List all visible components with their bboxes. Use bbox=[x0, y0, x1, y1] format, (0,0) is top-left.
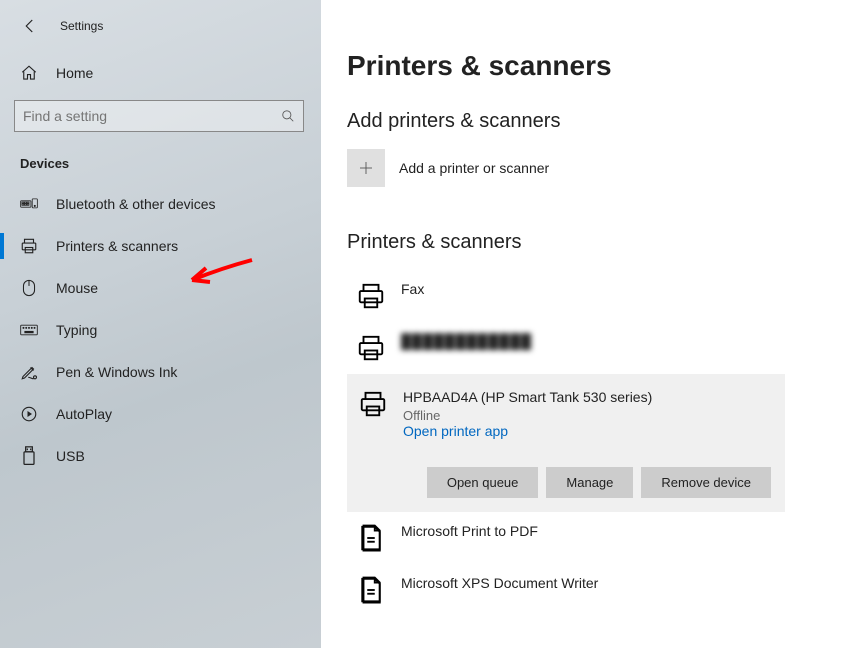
sidebar: Settings Home Devices Bluetooth & other … bbox=[0, 0, 321, 648]
usb-icon bbox=[20, 447, 38, 465]
sidebar-item-bluetooth[interactable]: Bluetooth & other devices bbox=[0, 183, 321, 225]
sidebar-item-label: Mouse bbox=[56, 280, 98, 296]
sidebar-section-header: Devices bbox=[0, 150, 321, 183]
printer-name: Fax bbox=[401, 280, 424, 300]
sidebar-item-label: Bluetooth & other devices bbox=[56, 196, 216, 212]
page-title: Printers & scanners bbox=[347, 50, 867, 82]
printer-item-pdf[interactable]: Microsoft Print to PDF bbox=[347, 512, 785, 564]
sidebar-item-pen[interactable]: Pen & Windows Ink bbox=[0, 351, 321, 393]
main-content: Printers & scanners Add printers & scann… bbox=[321, 0, 867, 648]
sidebar-item-label: Typing bbox=[56, 322, 97, 338]
sidebar-item-autoplay[interactable]: AutoPlay bbox=[0, 393, 321, 435]
manage-button[interactable]: Manage bbox=[546, 467, 633, 498]
printer-item-hp-selected[interactable]: HPBAAD4A (HP Smart Tank 530 series) Offl… bbox=[347, 374, 785, 512]
printer-name: HPBAAD4A (HP Smart Tank 530 series) bbox=[403, 388, 652, 408]
sidebar-item-usb[interactable]: USB bbox=[0, 435, 321, 477]
search-box[interactable] bbox=[14, 100, 304, 132]
printer-name: ████████████ bbox=[401, 332, 532, 352]
sidebar-item-typing[interactable]: Typing bbox=[0, 309, 321, 351]
search-input[interactable] bbox=[23, 108, 263, 124]
printer-item-fax[interactable]: Fax bbox=[347, 270, 785, 322]
bluetooth-icon bbox=[20, 195, 38, 213]
pen-icon bbox=[20, 363, 38, 381]
document-printer-icon bbox=[355, 522, 387, 554]
arrow-left-icon bbox=[21, 17, 39, 35]
mouse-icon bbox=[20, 279, 38, 297]
keyboard-icon bbox=[20, 321, 38, 339]
sidebar-item-label: USB bbox=[56, 448, 85, 464]
app-title: Settings bbox=[60, 19, 103, 33]
sidebar-item-printers[interactable]: Printers & scanners bbox=[0, 225, 321, 267]
printer-icon bbox=[355, 332, 387, 364]
sidebar-item-label: AutoPlay bbox=[56, 406, 112, 422]
open-queue-button[interactable]: Open queue bbox=[427, 467, 539, 498]
home-label: Home bbox=[56, 65, 93, 81]
add-printer-label: Add a printer or scanner bbox=[399, 160, 549, 176]
remove-device-button[interactable]: Remove device bbox=[641, 467, 771, 498]
printer-icon bbox=[355, 280, 387, 312]
document-printer-icon bbox=[355, 574, 387, 606]
back-button[interactable] bbox=[20, 16, 40, 36]
printer-icon bbox=[357, 388, 389, 420]
printer-status: Offline bbox=[403, 408, 652, 423]
list-section-title: Printers & scanners bbox=[347, 231, 867, 254]
sidebar-item-label: Pen & Windows Ink bbox=[56, 364, 177, 380]
add-section-title: Add printers & scanners bbox=[347, 110, 867, 133]
home-nav[interactable]: Home bbox=[0, 54, 321, 96]
sidebar-item-mouse[interactable]: Mouse bbox=[0, 267, 321, 309]
printer-name: Microsoft Print to PDF bbox=[401, 522, 538, 542]
printer-name: Microsoft XPS Document Writer bbox=[401, 574, 598, 594]
autoplay-icon bbox=[20, 405, 38, 423]
add-printer-row[interactable]: Add a printer or scanner bbox=[347, 149, 867, 187]
add-tile bbox=[347, 149, 385, 187]
sidebar-item-label: Printers & scanners bbox=[56, 238, 178, 254]
open-printer-app-link[interactable]: Open printer app bbox=[403, 423, 652, 439]
printer-icon bbox=[20, 237, 38, 255]
printer-item-redacted[interactable]: ████████████ bbox=[347, 322, 785, 374]
home-icon bbox=[20, 64, 38, 82]
printer-item-xps[interactable]: Microsoft XPS Document Writer bbox=[347, 564, 785, 616]
search-icon bbox=[281, 109, 295, 123]
plus-icon bbox=[357, 159, 375, 177]
